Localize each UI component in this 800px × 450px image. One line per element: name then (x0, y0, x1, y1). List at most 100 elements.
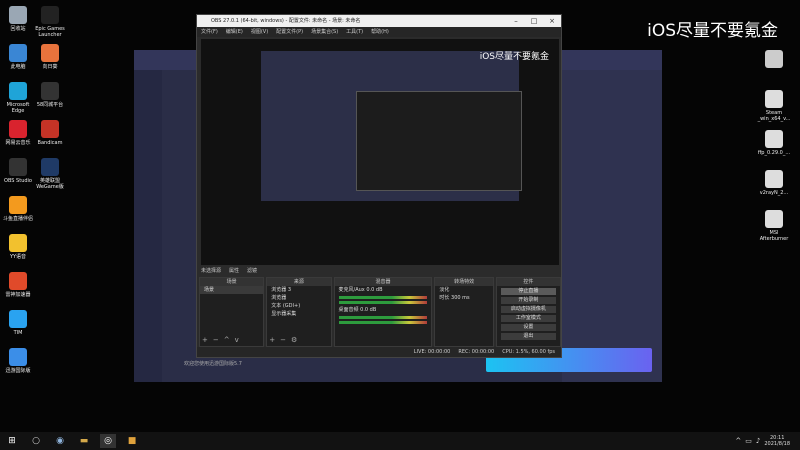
clock[interactable]: 20:11 2021/8/18 (764, 435, 790, 447)
file-icon (765, 130, 783, 148)
obs-taskbar-icon[interactable]: ◎ (100, 434, 116, 448)
minimize-icon[interactable]: – (507, 15, 525, 27)
properties-button[interactable]: 属性 (229, 267, 239, 275)
desktop-shortcut[interactable]: 英雄联盟 WeGame版 (32, 158, 68, 190)
mixer-meter (338, 301, 428, 304)
start-recording-button[interactable]: 开始录制 (500, 297, 556, 304)
transition-type-select[interactable]: 淡化 (435, 286, 492, 294)
desktop-shortcut[interactable]: 迅游国际版 (0, 348, 36, 374)
steam-icon[interactable]: ◉ (52, 434, 68, 448)
background-app-sidebar[interactable] (134, 70, 162, 382)
mixer-dock-title: 混音器 (334, 278, 432, 286)
file-icon (765, 170, 783, 188)
source-item[interactable]: 浏览器 3 (267, 286, 330, 294)
virtual-camera-button[interactable]: 启动虚拟摄像机 (500, 306, 556, 313)
watermark-text: iOS尽量不要氪金 (647, 21, 778, 41)
scene-item[interactable]: 场景 (200, 286, 264, 294)
menu-item[interactable]: 场景集合(S) (311, 27, 338, 37)
menu-item[interactable]: 文件(F) (201, 27, 218, 37)
desktop-shortcut[interactable]: Steam _win_x64_v... (756, 90, 792, 122)
stop-streaming-button[interactable]: 停止直播 (500, 288, 556, 295)
desktop-shortcut[interactable]: YY语音 (0, 234, 36, 260)
desktop-shortcut[interactable]: 此电脑 (0, 44, 36, 70)
desktop-shortcut[interactable]: 斗鱼直播伴侣 (0, 196, 36, 222)
scenes-tools: + − ^ v (202, 336, 239, 344)
desktop-shortcut[interactable]: ffp_0.29.0_... (756, 130, 792, 156)
shortcut-label: 英雄联盟 WeGame版 (36, 178, 64, 190)
app-icon (41, 158, 59, 176)
menu-item[interactable]: 视图(V) (251, 27, 268, 37)
gear-icon[interactable]: ⚙ (291, 336, 297, 344)
source-item[interactable]: 文本 (GDI+) (267, 302, 330, 310)
windows-start-icon[interactable]: ⊞ (4, 434, 20, 448)
mixer-dock: 混音器 麦克风/Aux 0.0 dB 桌面音频 0.0 dB (333, 277, 433, 347)
app-icon (41, 6, 59, 24)
filters-button[interactable]: 滤镜 (247, 267, 257, 275)
shortcut-label: 雷神加速器 (5, 292, 31, 298)
obs-source-toolbar: 未选择源 属性 滤镜 (201, 267, 559, 275)
desktop-shortcut[interactable]: Epic Games Launcher (32, 6, 68, 38)
desktop-shortcut[interactable]: 雷神加速器 (0, 272, 36, 298)
desktop-shortcut[interactable]: 向日葵 (32, 44, 68, 70)
shortcut-label: Steam _win_x64_v... (757, 110, 791, 122)
desktop-shortcut[interactable]: v2rayN_2... (756, 170, 792, 196)
down-icon[interactable]: v (235, 336, 239, 344)
remove-icon[interactable]: − (280, 336, 286, 344)
shortcut-label: 此电脑 (10, 64, 26, 70)
desktop-shortcut[interactable]: 58同城平台 (32, 82, 68, 108)
app-taskbar-icon[interactable]: ■ (124, 434, 140, 448)
menu-item[interactable]: 配置文件(P) (276, 27, 303, 37)
shortcut-label: Epic Games Launcher (35, 26, 65, 38)
menu-item[interactable]: 工具(T) (346, 27, 363, 37)
exit-button[interactable]: 退出 (500, 333, 556, 340)
game-icon[interactable]: ▬ (76, 434, 92, 448)
desktop-shortcut[interactable]: Bandicam (32, 120, 68, 146)
app-icon (9, 348, 27, 366)
app-icon (9, 120, 27, 138)
remove-icon[interactable]: − (213, 336, 219, 344)
file-icon (765, 90, 783, 108)
shortcut-label: 58同城平台 (36, 102, 64, 108)
sources-tools: + − ⚙ (269, 336, 297, 344)
chevron-up-icon[interactable]: ^ (735, 437, 741, 445)
close-icon[interactable]: × (543, 15, 561, 27)
desktop-shortcut[interactable]: 网易云音乐 (0, 120, 36, 146)
up-icon[interactable]: ^ (224, 336, 230, 344)
search-icon[interactable]: ○ (28, 434, 44, 448)
settings-button[interactable]: 设置 (500, 324, 556, 331)
desktop-shortcut[interactable]: OBS Studio (0, 158, 36, 184)
desktop-shortcut[interactable]: Microsoft Edge (0, 82, 36, 114)
studio-mode-button[interactable]: 工作室模式 (500, 315, 556, 322)
mixer-track-label: 桌面音频 0.0 dB (338, 307, 377, 313)
network-icon[interactable]: ▭ (745, 437, 752, 445)
source-item[interactable]: 浏览器 (267, 294, 330, 302)
volume-icon[interactable]: ♪ (756, 437, 760, 445)
controls-dock: 控件 停止直播 开始录制 启动虚拟摄像机 工作室模式 设置 退出 (495, 277, 561, 347)
app-icon (9, 82, 27, 100)
desktop-shortcut[interactable]: TIM (0, 310, 36, 336)
obs-titlebar[interactable]: OBS 27.0.1 (64-bit, windows) - 配置文件: 未命名… (197, 15, 561, 27)
preview-nested-obs (356, 91, 522, 191)
mixer-track-label: 麦克风/Aux 0.0 dB (338, 287, 383, 293)
desktop-shortcut[interactable]: MSI Afterburner (756, 210, 792, 242)
desktop-shortcut[interactable] (756, 50, 792, 70)
add-icon[interactable]: + (202, 336, 208, 344)
mixer-meter (338, 296, 428, 299)
app-icon (9, 158, 27, 176)
desktop-shortcut[interactable]: 回收站 (0, 6, 36, 32)
obs-window[interactable]: OBS 27.0.1 (64-bit, windows) - 配置文件: 未命名… (196, 14, 562, 358)
shortcut-label: MSI Afterburner (759, 230, 789, 242)
add-icon[interactable]: + (269, 336, 275, 344)
menu-item[interactable]: 帮助(H) (371, 27, 389, 37)
source-item[interactable]: 显示器采集 (267, 310, 330, 318)
obs-preview[interactable]: iOS尽量不要氪金 (201, 39, 559, 265)
system-tray: ^ ▭ ♪ 20:11 2021/8/18 (735, 435, 800, 447)
maximize-icon[interactable]: □ (525, 15, 543, 27)
menu-item[interactable]: 编辑(E) (226, 27, 243, 37)
app-icon (9, 234, 27, 252)
app-icon (41, 82, 59, 100)
rec-time: REC: 00:00:00 (458, 349, 495, 355)
app-icon (9, 196, 27, 214)
transitions-dock-title: 转场特效 (435, 278, 493, 286)
transition-duration[interactable]: 时长 300 ms (435, 294, 492, 302)
